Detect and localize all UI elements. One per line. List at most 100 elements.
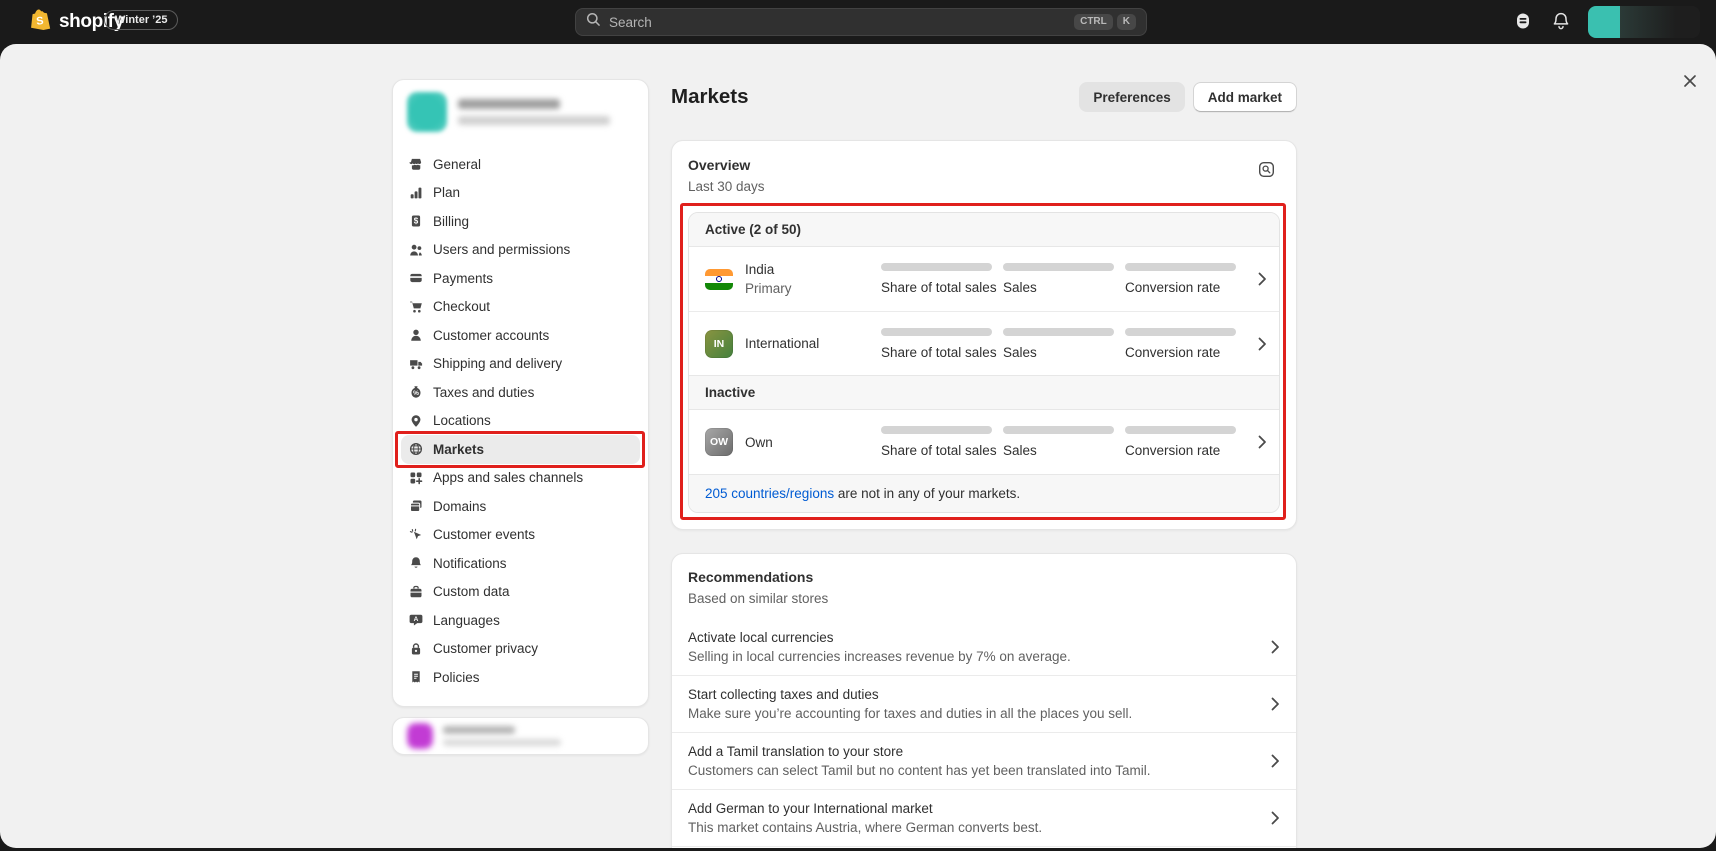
recommendations-list: Activate local currenciesSelling in loca…: [672, 619, 1296, 848]
main-content: Markets Preferences Add market Overview …: [671, 79, 1297, 848]
notifications-button[interactable]: [1546, 7, 1576, 37]
skeleton-bar: [881, 263, 992, 271]
user-avatar: [407, 723, 433, 749]
market-row-own[interactable]: OWOwnShare of total salesSalesConversion…: [689, 410, 1279, 474]
store-header[interactable]: [393, 80, 648, 144]
sidebar-item-label: Markets: [433, 442, 484, 457]
market-names: Own: [745, 435, 869, 450]
shopify-bag-icon: S: [30, 8, 52, 37]
skeleton-bar: [1125, 426, 1236, 434]
search-input[interactable]: [609, 15, 1066, 30]
user-card[interactable]: [392, 717, 649, 755]
recommendation-row-add-german-to-your-international-market[interactable]: Add German to your International marketT…: [672, 789, 1296, 846]
metric-sales: Sales: [1003, 263, 1114, 295]
recommendation-title: Add a Tamil translation to your store: [688, 744, 1255, 759]
sidebar-item-languages[interactable]: A Languages: [401, 606, 640, 635]
sidebar-item-domains[interactable]: Domains: [401, 492, 640, 521]
edition-badge[interactable]: Winter ’25: [104, 10, 178, 30]
svg-text:$: $: [414, 217, 419, 226]
search-icon: [586, 12, 601, 32]
sidebar-item-label: Languages: [433, 613, 500, 628]
account-chip[interactable]: [1588, 6, 1700, 38]
market-row-india[interactable]: IndiaPrimaryShare of total salesSalesCon…: [689, 247, 1279, 311]
sidebar-item-plan[interactable]: Plan: [401, 179, 640, 208]
kbd-k: K: [1117, 14, 1136, 30]
view-report-button[interactable]: [1252, 157, 1280, 185]
sidebar-item-general[interactable]: General: [401, 150, 640, 179]
skeleton-bar: [1003, 426, 1114, 434]
skeleton-bar: [1125, 263, 1236, 271]
chevron-right-icon: [1258, 435, 1267, 449]
sidebar-item-customer-privacy[interactable]: Customer privacy: [401, 635, 640, 664]
search-bar[interactable]: CTRL K: [575, 8, 1147, 36]
sidebar-item-label: Customer events: [433, 527, 535, 542]
section-header-active-2-of-50: Active (2 of 50): [689, 213, 1279, 247]
recommendation-row-add-a-tamil-translation-to-your-store[interactable]: Add a Tamil translation to your store Cus…: [672, 732, 1296, 789]
sidebar-item-notifications[interactable]: Notifications: [401, 549, 640, 578]
countries-regions-link[interactable]: 205 countries/regions: [705, 486, 834, 501]
recommendations-card: Recommendations Based on similar stores …: [671, 553, 1297, 848]
chevron-right-icon: [1271, 811, 1280, 825]
settings-nav: GeneralPlan$BillingUsers and permissions…: [393, 144, 648, 692]
market-name: India: [745, 262, 869, 277]
chevron-right-icon: [1271, 697, 1280, 711]
overview-card-head: Overview Last 30 days: [688, 157, 1280, 194]
sidebar-item-shipping-and-delivery[interactable]: Shipping and delivery: [401, 350, 640, 379]
sidebar-item-checkout[interactable]: Checkout: [401, 293, 640, 322]
metric-label: Sales: [1003, 280, 1114, 295]
settings-sidebar: GeneralPlan$BillingUsers and permissions…: [392, 79, 649, 755]
recommendation-row-activate-local-currencies[interactable]: Activate local currenciesSelling in loca…: [672, 619, 1296, 675]
sidebar-item-custom-data[interactable]: Custom data: [401, 578, 640, 607]
market-row-international[interactable]: INInternationalShare of total salesSales…: [689, 311, 1279, 375]
sidebar-item-label: Custom data: [433, 584, 510, 599]
sidebar-item-label: Customer accounts: [433, 328, 549, 343]
sidebar-item-taxes-and-duties[interactable]: % Taxes and duties: [401, 378, 640, 407]
sidebar-item-apps-and-sales-channels[interactable]: Apps and sales channels: [401, 464, 640, 493]
recommendation-row-add-more-markets[interactable]: Add more markets: [672, 846, 1296, 848]
skeleton-bar: [881, 426, 992, 434]
sidebar-item-users-and-permissions[interactable]: Users and permissions: [401, 236, 640, 265]
recommendation-description: Customers can select Tamil but no conten…: [688, 763, 1255, 778]
own-badge: OW: [705, 428, 733, 456]
sidebar-item-markets[interactable]: Markets: [401, 435, 640, 464]
topbar: S shopify Winter ’25 CTRL K: [0, 0, 1716, 44]
sidebar-item-payments[interactable]: Payments: [401, 264, 640, 293]
page-title: Markets: [671, 85, 749, 109]
svg-text:A: A: [414, 616, 419, 623]
sidebar-item-locations[interactable]: Locations: [401, 407, 640, 436]
sidebar-item-customer-events[interactable]: Customer events: [401, 521, 640, 550]
sidebar-item-label: Notifications: [433, 556, 507, 571]
settings-panel: GeneralPlan$BillingUsers and permissions…: [0, 44, 1716, 848]
sidebar-item-label: Domains: [433, 499, 486, 514]
sidekick-button[interactable]: [1508, 7, 1538, 37]
sidebar-item-label: Taxes and duties: [433, 385, 534, 400]
taxes-icon: %: [409, 385, 423, 399]
recommendation-texts: Add German to your International marketT…: [688, 801, 1255, 835]
add-market-button[interactable]: Add market: [1193, 82, 1297, 112]
sidebar-item-label: Policies: [433, 670, 480, 685]
recommendation-row-start-collecting-taxes-and-duties[interactable]: Start collecting taxes and dutiesMake su…: [672, 675, 1296, 732]
skeleton-bar: [1003, 328, 1114, 336]
preferences-button[interactable]: Preferences: [1079, 82, 1184, 112]
market-name: International: [745, 336, 869, 351]
header-actions: Preferences Add market: [1079, 82, 1297, 112]
policy-icon: [409, 670, 423, 684]
topbar-right: [1508, 0, 1700, 44]
markets-list-box: Active (2 of 50)IndiaPrimaryShare of tot…: [688, 212, 1280, 513]
store-avatar: [407, 92, 447, 132]
metric-conversion-rate: Conversion rate: [1125, 426, 1236, 458]
india-flag: [705, 269, 733, 290]
cart-icon: [409, 300, 423, 314]
metric-share-of-total-sales: Share of total sales: [881, 426, 992, 458]
recommendation-texts: Activate local currenciesSelling in loca…: [688, 630, 1255, 664]
sidebar-item-customer-accounts[interactable]: Customer accounts: [401, 321, 640, 350]
close-button[interactable]: [1678, 70, 1702, 94]
market-metrics: Share of total salesSalesConversion rate: [881, 328, 1236, 360]
sidebar-item-billing[interactable]: $Billing: [401, 207, 640, 236]
sidebar-item-label: Shipping and delivery: [433, 356, 562, 371]
recommendation-description: This market contains Austria, where Germ…: [688, 820, 1255, 835]
kbd-ctrl: CTRL: [1074, 14, 1113, 30]
sidebar-item-policies[interactable]: Policies: [401, 663, 640, 692]
skeleton-bar: [1003, 263, 1114, 271]
overview-title: Overview: [688, 157, 765, 173]
